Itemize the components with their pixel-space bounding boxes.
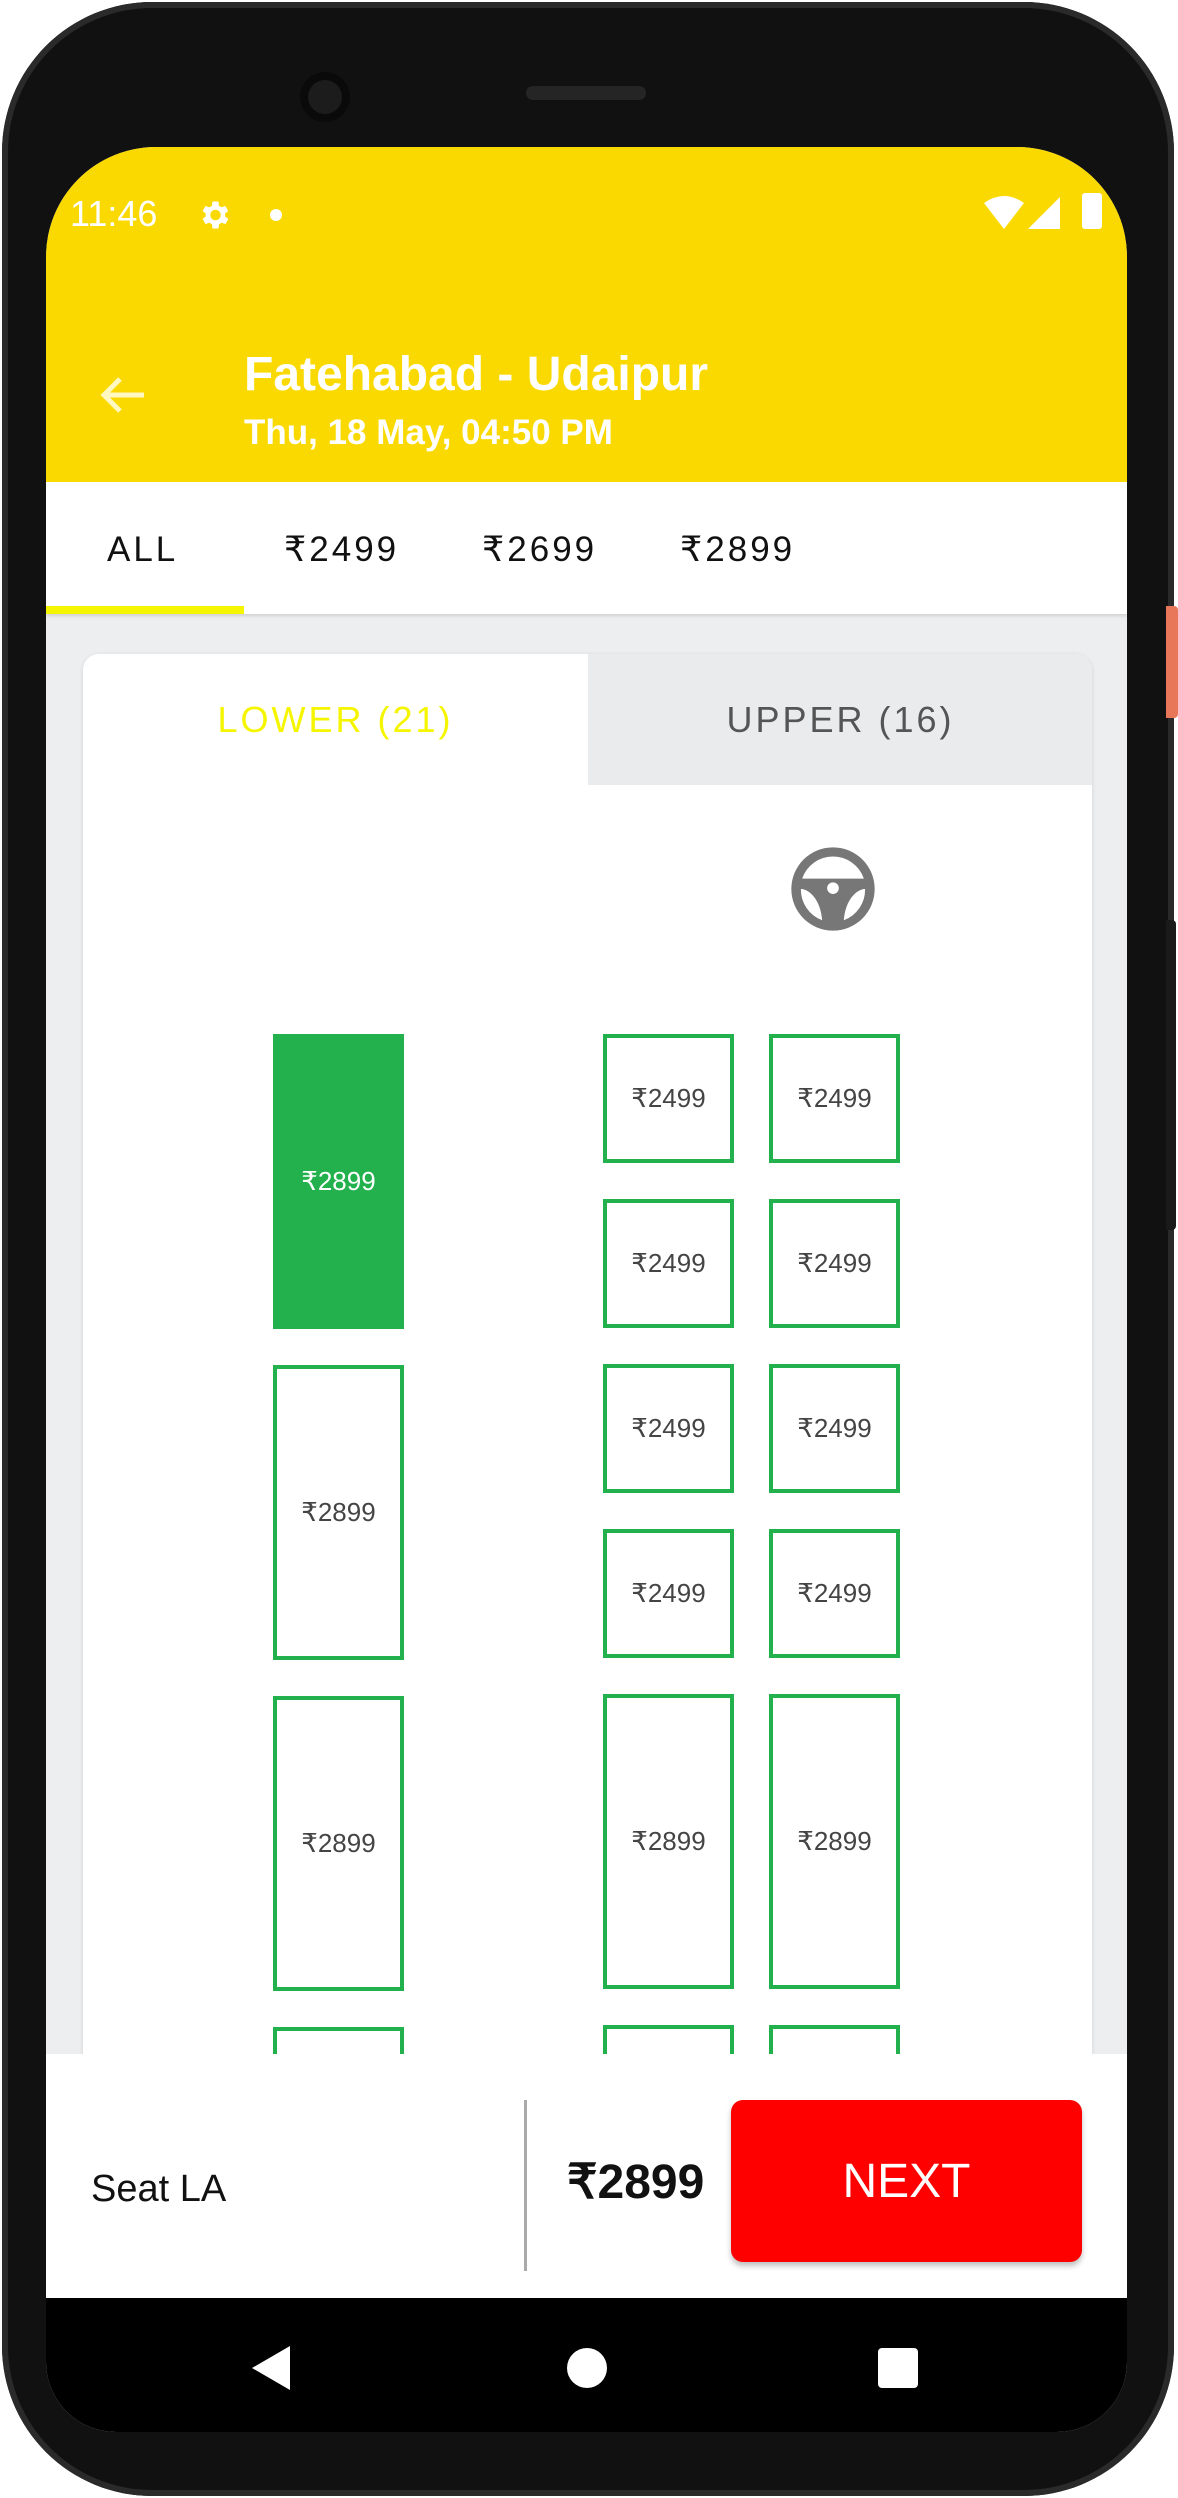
active-tab-indicator [46,606,244,614]
footer-divider [524,2100,527,2271]
system-nav-bar [46,2298,1127,2432]
signal-icon [1028,197,1060,229]
seat-seater[interactable]: ₹2499 [769,1034,900,1163]
seat-seater[interactable]: ₹2499 [769,1364,900,1493]
tab-price-2899[interactable]: ₹2899 [680,530,795,570]
volume-button [1166,920,1176,1230]
notification-dot-icon [270,209,282,221]
nav-back-icon[interactable] [252,2346,290,2390]
seat-seater[interactable]: ₹2499 [603,1034,734,1163]
status-time: 11:46 [70,193,158,234]
earpiece-speaker [526,86,646,100]
seat-sleeper[interactable]: ₹2899 [273,1696,404,1991]
seat-sleeper[interactable]: ₹2899 [273,1365,404,1660]
front-camera [300,72,350,122]
app-header: 11:46 Fatehabad - Udaipur Thu, 18 May, 0… [46,147,1127,482]
journey-datetime: Thu, 18 May, 04:50 PM [244,413,613,452]
battery-icon [1082,193,1102,229]
total-price: ₹2899 [567,2156,705,2209]
selected-seat-label: Seat LA [91,2168,227,2210]
booking-footer: Seat LA ₹2899 NEXT [46,2054,1127,2298]
seat-seater[interactable]: ₹2499 [603,1199,734,1328]
nav-home-icon[interactable] [567,2348,607,2388]
tab-price-2499[interactable]: ₹2499 [284,530,399,570]
route-title: Fatehabad - Udaipur [244,348,709,401]
power-button [1166,606,1178,718]
next-button[interactable]: NEXT [731,2100,1082,2262]
wifi-icon [984,196,1024,229]
seat-seater[interactable]: ₹2499 [769,1529,900,1658]
price-filter-tabs: ALL ₹2499 ₹2699 ₹2899 [46,482,1127,614]
seat-sleeper[interactable]: ₹2899 [769,1694,900,1989]
seat-seater[interactable]: ₹2499 [603,1529,734,1658]
tab-all[interactable]: ALL [107,530,178,570]
seat-seater[interactable]: ₹2499 [603,1364,734,1493]
seat-sleeper[interactable]: ₹2899 [273,1034,404,1329]
seat-sleeper[interactable]: ₹2899 [603,1694,734,1989]
nav-recents-icon[interactable] [878,2348,918,2388]
screen: 11:46 Fatehabad - Udaipur Thu, 18 May, 0… [46,147,1127,2432]
arrow-left-icon[interactable] [98,375,148,415]
tab-price-2699[interactable]: ₹2699 [482,530,597,570]
seat-seater[interactable]: ₹2499 [769,1199,900,1328]
gear-icon [202,201,229,229]
